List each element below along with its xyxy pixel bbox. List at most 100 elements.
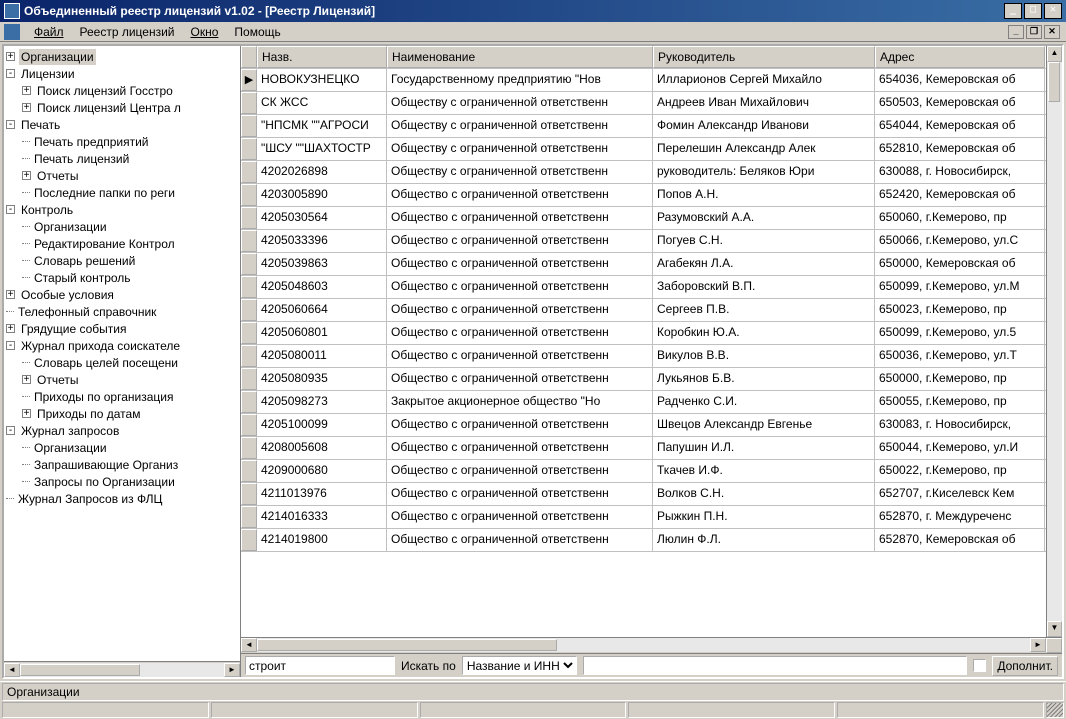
expand-icon[interactable]: + bbox=[22, 375, 31, 384]
grid-cell[interactable]: Общество с ограниченной ответственн bbox=[387, 414, 653, 436]
grid-cell[interactable]: Папушин И.Л. bbox=[653, 437, 875, 459]
collapse-icon[interactable]: - bbox=[6, 120, 15, 129]
grid-cell[interactable]: Общество с ограниченной ответственн bbox=[387, 230, 653, 252]
row-indicator[interactable] bbox=[241, 460, 257, 482]
grid-cell[interactable]: Обществу с ограниченной ответственн bbox=[387, 161, 653, 183]
grid-cell[interactable]: 4205060801 bbox=[257, 322, 387, 344]
table-row[interactable]: 4205060801Общество с ограниченной ответс… bbox=[241, 322, 1046, 345]
grid-cell[interactable]: 4205039863 bbox=[257, 253, 387, 275]
grid-cell[interactable]: Общество с ограниченной ответственн bbox=[387, 299, 653, 321]
grid-cell[interactable]: 4205048603 bbox=[257, 276, 387, 298]
menu-file[interactable]: Файл bbox=[26, 23, 72, 41]
tree-node[interactable]: +Поиск лицензий Госстро bbox=[6, 82, 238, 99]
grid-cell[interactable]: 654044, Кемеровская об bbox=[875, 115, 1045, 137]
scroll-track-v[interactable] bbox=[1047, 62, 1062, 621]
tree-node[interactable]: Организации bbox=[6, 218, 238, 235]
grid-cell[interactable]: 650099, г.Кемерово, ул.М bbox=[875, 276, 1045, 298]
menu-help[interactable]: Помощь bbox=[226, 23, 288, 41]
table-row[interactable]: 4205039863Общество с ограниченной ответс… bbox=[241, 253, 1046, 276]
minimize-button[interactable]: _ bbox=[1004, 3, 1022, 19]
grid-cell[interactable]: 4209000680 bbox=[257, 460, 387, 482]
grid-cell[interactable]: 652870, г. Междуреченс bbox=[875, 506, 1045, 528]
tree-node[interactable]: +Отчеты bbox=[6, 167, 238, 184]
row-indicator[interactable] bbox=[241, 184, 257, 206]
scroll-down-button[interactable]: ▼ bbox=[1047, 621, 1062, 637]
scroll-up-button[interactable]: ▲ bbox=[1047, 46, 1062, 62]
grid-cell[interactable]: 4214016333 bbox=[257, 506, 387, 528]
table-row[interactable]: 4205100099Общество с ограниченной ответс… bbox=[241, 414, 1046, 437]
table-row[interactable]: 4208005608Общество с ограниченной ответс… bbox=[241, 437, 1046, 460]
grid-scroll-left-button[interactable]: ◄ bbox=[241, 638, 257, 652]
tree-node[interactable]: +Отчеты bbox=[6, 371, 238, 388]
tree-node[interactable]: Последние папки по реги bbox=[6, 184, 238, 201]
row-indicator[interactable] bbox=[241, 230, 257, 252]
grid-cell[interactable]: 4205060664 bbox=[257, 299, 387, 321]
column-header[interactable]: Назв. bbox=[257, 46, 387, 68]
tree-node[interactable]: Печать лицензий bbox=[6, 150, 238, 167]
tree-node[interactable]: Печать предприятий bbox=[6, 133, 238, 150]
tree-node[interactable]: Редактирование Контрол bbox=[6, 235, 238, 252]
grid-cell[interactable]: 4205033396 bbox=[257, 230, 387, 252]
grid-cell[interactable]: 630083, г. Новосибирск, bbox=[875, 414, 1045, 436]
tree-node[interactable]: +Организации bbox=[6, 48, 238, 65]
tree-hscrollbar[interactable]: ◄ ► bbox=[4, 661, 240, 677]
expand-icon[interactable]: + bbox=[22, 171, 31, 180]
row-indicator[interactable] bbox=[241, 253, 257, 275]
table-row[interactable]: 4205030564Общество с ограниченной ответс… bbox=[241, 207, 1046, 230]
tree-node[interactable]: +Особые условия bbox=[6, 286, 238, 303]
grid-cell[interactable]: 652870, Кемеровская об bbox=[875, 529, 1045, 551]
grid-cell[interactable]: Общество с ограниченной ответственн bbox=[387, 506, 653, 528]
grid-cell[interactable]: 4208005608 bbox=[257, 437, 387, 459]
row-indicator[interactable] bbox=[241, 391, 257, 413]
search-input[interactable] bbox=[245, 656, 395, 675]
tree-node[interactable]: -Журнал прихода соискателе bbox=[6, 337, 238, 354]
table-row[interactable]: 4205080935Общество с ограниченной ответс… bbox=[241, 368, 1046, 391]
grid-cell[interactable]: Коробкин Ю.А. bbox=[653, 322, 875, 344]
menu-registry[interactable]: Реестр лицензий bbox=[72, 23, 183, 41]
grid-scroll-thumb[interactable] bbox=[257, 639, 557, 651]
tree-node[interactable]: -Контроль bbox=[6, 201, 238, 218]
grid-cell[interactable]: Общество с ограниченной ответственн bbox=[387, 276, 653, 298]
expand-icon[interactable]: + bbox=[22, 86, 31, 95]
tree-node[interactable]: Телефонный справочник bbox=[6, 303, 238, 320]
grid-hscrollbar[interactable]: ◄ ► bbox=[241, 637, 1062, 653]
grid-cell[interactable]: 4205030564 bbox=[257, 207, 387, 229]
grid-cell[interactable]: 650023, г.Кемерово, пр bbox=[875, 299, 1045, 321]
row-indicator[interactable]: ▶ bbox=[241, 69, 257, 91]
tree-node[interactable]: +Приходы по датам bbox=[6, 405, 238, 422]
grid-vscrollbar[interactable]: ▲ ▼ bbox=[1046, 46, 1062, 637]
tree-node[interactable]: +Поиск лицензий Центра л bbox=[6, 99, 238, 116]
tree-node[interactable]: Словарь решений bbox=[6, 252, 238, 269]
grid-cell[interactable]: Общество с ограниченной ответственн bbox=[387, 529, 653, 551]
grid-cell[interactable]: 650099, г.Кемерово, ул.5 bbox=[875, 322, 1045, 344]
grid-cell[interactable]: "ШСУ ""ШАХТОСТР bbox=[257, 138, 387, 160]
grid-cell[interactable]: 4203005890 bbox=[257, 184, 387, 206]
grid-cell[interactable]: руководитель: Беляков Юри bbox=[653, 161, 875, 183]
table-row[interactable]: 4203005890Общество с ограниченной ответс… bbox=[241, 184, 1046, 207]
tree-node[interactable]: Словарь целей посещени bbox=[6, 354, 238, 371]
resize-grip[interactable] bbox=[1046, 702, 1064, 718]
tree-node[interactable]: -Журнал запросов bbox=[6, 422, 238, 439]
row-indicator[interactable] bbox=[241, 506, 257, 528]
table-row[interactable]: 4211013976Общество с ограниченной ответс… bbox=[241, 483, 1046, 506]
scroll-right-button[interactable]: ► bbox=[224, 663, 240, 677]
grid-cell[interactable]: Общество с ограниченной ответственн bbox=[387, 207, 653, 229]
tree-node[interactable]: -Печать bbox=[6, 116, 238, 133]
row-indicator[interactable] bbox=[241, 529, 257, 551]
maximize-button[interactable]: □ bbox=[1024, 3, 1042, 19]
grid-cell[interactable]: 650036, г.Кемерово, ул.Т bbox=[875, 345, 1045, 367]
grid-cell[interactable]: 4211013976 bbox=[257, 483, 387, 505]
table-row[interactable]: 4202026898Обществу с ограниченной ответс… bbox=[241, 161, 1046, 184]
grid-cell[interactable]: 4214019800 bbox=[257, 529, 387, 551]
tree-node[interactable]: +Грядущие события bbox=[6, 320, 238, 337]
grid-cell[interactable]: 4205080935 bbox=[257, 368, 387, 390]
grid-cell[interactable]: 650022, г.Кемерово, пр bbox=[875, 460, 1045, 482]
table-row[interactable]: 4205080011Общество с ограниченной ответс… bbox=[241, 345, 1046, 368]
table-row[interactable]: 4214019800Общество с ограниченной ответс… bbox=[241, 529, 1046, 552]
search-extra-input[interactable] bbox=[583, 656, 968, 675]
search-checkbox[interactable] bbox=[973, 659, 986, 672]
grid-cell[interactable]: Люлин Ф.Л. bbox=[653, 529, 875, 551]
grid-cell[interactable]: 650000, г.Кемерово, пр bbox=[875, 368, 1045, 390]
menu-window[interactable]: Окно bbox=[183, 23, 227, 41]
grid-cell[interactable]: 4205100099 bbox=[257, 414, 387, 436]
